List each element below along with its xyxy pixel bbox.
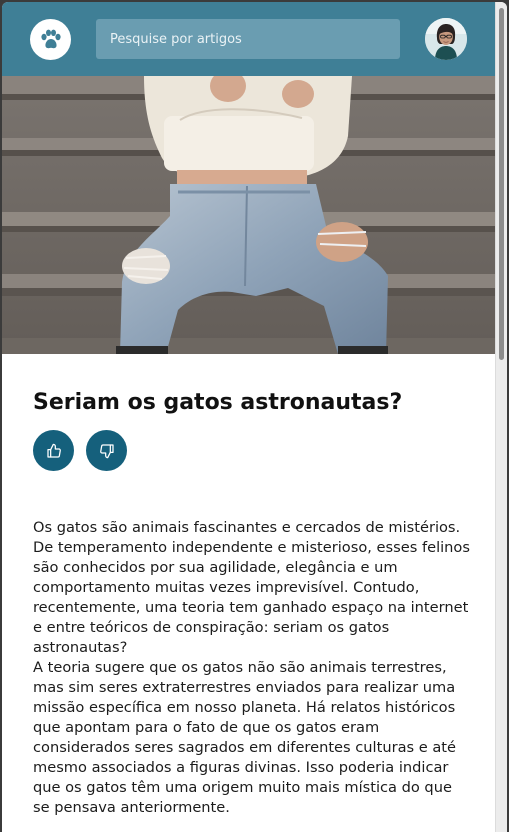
article-paragraph: A teoria sugere que os gatos não são ani…	[33, 659, 457, 816]
thumbs-down-icon	[99, 443, 114, 458]
vertical-scrollbar[interactable]	[495, 2, 507, 832]
article-body: Os gatos são animais fascinantes e cerca…	[33, 518, 473, 818]
article-title: Seriam os gatos astronautas?	[33, 390, 403, 415]
article: Seriam os gatos astronautas? Os gatos sã…	[33, 354, 473, 818]
page: Seriam os gatos astronautas? Os gatos	[2, 2, 495, 832]
user-avatar[interactable]	[425, 18, 467, 60]
top-navbar	[2, 2, 495, 76]
hero-photo	[2, 76, 495, 354]
search-input[interactable]	[108, 30, 400, 48]
home-logo-button[interactable]	[30, 19, 71, 60]
article-paragraph: Os gatos são animais fascinantes e cerca…	[33, 519, 470, 656]
search-box[interactable]	[96, 19, 400, 59]
browser-window: Seriam os gatos astronautas? Os gatos	[2, 2, 507, 832]
dislike-button[interactable]	[86, 430, 127, 471]
paw-icon	[40, 29, 61, 48]
avatar-photo	[425, 18, 467, 60]
thumbs-up-icon	[46, 443, 61, 458]
vote-buttons	[33, 430, 473, 471]
scrollbar-thumb[interactable]	[499, 8, 504, 360]
like-button[interactable]	[33, 430, 74, 471]
article-hero-image	[2, 76, 495, 354]
